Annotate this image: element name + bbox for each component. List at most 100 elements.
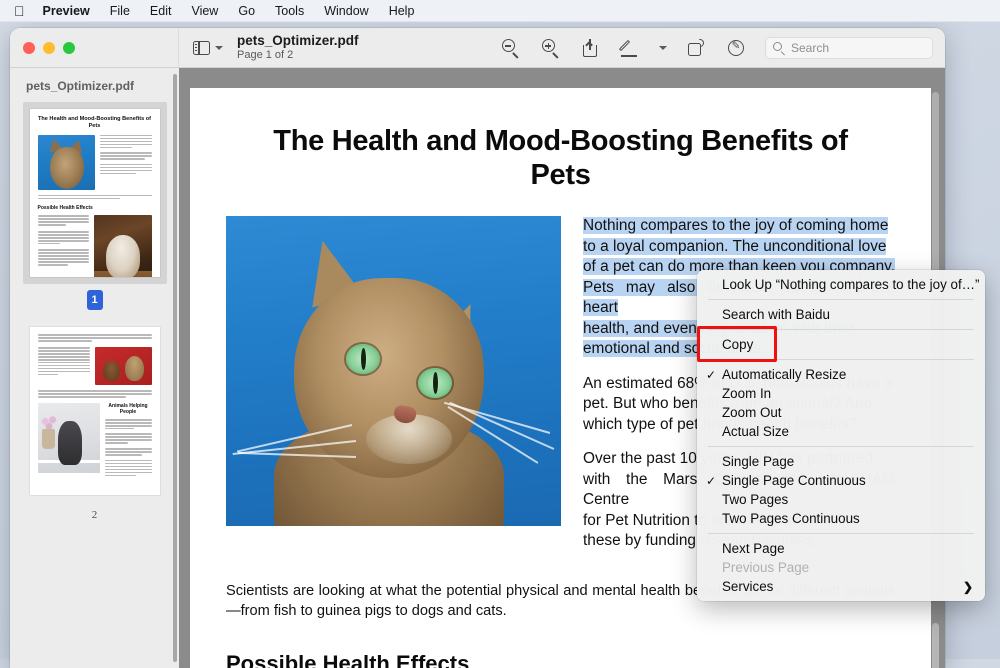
search-placeholder: Search: [791, 41, 830, 55]
context-menu-item-label: Services: [722, 579, 774, 594]
close-button[interactable]: [23, 42, 35, 54]
markup-button[interactable]: [618, 37, 641, 59]
menu-item-go[interactable]: Go: [238, 4, 255, 18]
thumbnail-heading: Animals Helping People: [108, 402, 148, 415]
sidebar-icon: [193, 41, 210, 55]
sidebar-toggle-button[interactable]: [193, 41, 223, 55]
thumbnail-page-number: 2: [91, 509, 98, 521]
apple-menu-icon[interactable]: : [14, 4, 25, 18]
menu-item-help[interactable]: Help: [389, 4, 415, 18]
minus-glyph: [505, 45, 512, 47]
zoom-out-button[interactable]: [499, 37, 521, 59]
context-menu-item-zoom-in[interactable]: Zoom In: [697, 384, 985, 403]
thumbnail-bottom-row: [37, 215, 152, 277]
context-menu-item-previous-page: Previous Page: [697, 558, 985, 577]
zoom-in-button[interactable]: [539, 37, 561, 59]
thumbnail-dog-image: [93, 215, 152, 277]
thumbnail-page-preview: Animals Helping People: [29, 327, 160, 495]
context-menu-separator: [708, 299, 974, 300]
document-title: pets_Optimizer.pdf: [237, 32, 359, 48]
context-menu-item-label: Search with Baidu: [722, 307, 830, 322]
context-menu-item-label: Zoom In: [722, 386, 772, 401]
markup-chevron-down-icon[interactable]: [659, 46, 667, 50]
context-menu-item-label: Copy: [722, 337, 754, 352]
markup-pen-icon: [618, 39, 631, 52]
context-menu-item-services[interactable]: Services ❯: [697, 577, 985, 596]
menu-item-view[interactable]: View: [191, 4, 218, 18]
context-menu-item-label: Two Pages Continuous: [722, 511, 860, 526]
context-menu-item-label: Previous Page: [722, 560, 810, 575]
context-menu-item-label: Automatically Resize: [722, 367, 847, 382]
sidebar-scrollbar[interactable]: [173, 74, 177, 662]
selected-line-2: to a loyal companion. The unconditional …: [583, 237, 887, 255]
menu-item-preview[interactable]: Preview: [43, 4, 90, 18]
thumbnail-card[interactable]: The Health and Mood-Boosting Benefits of…: [22, 102, 167, 284]
context-menu-item-two-pages[interactable]: Two Pages: [697, 490, 985, 509]
chevron-down-icon: [215, 46, 223, 50]
context-menu-item-single-page[interactable]: Single Page: [697, 452, 985, 471]
sidebar-filename: pets_Optimizer.pdf: [26, 79, 135, 93]
minimize-button[interactable]: [43, 42, 55, 54]
context-menu-item-label: Two Pages: [722, 492, 789, 507]
thumbnail-item-page-2[interactable]: Animals Helping People 2: [10, 320, 179, 521]
menu-item-file[interactable]: File: [110, 4, 130, 18]
context-menu-item-automatically-resize[interactable]: ✓ Automatically Resize: [697, 365, 985, 384]
thumbnail-card[interactable]: Animals Helping People: [23, 320, 167, 502]
thumbnail-text-lines: [99, 134, 152, 190]
context-menu[interactable]: Look Up “Nothing compares to the joy of……: [697, 270, 985, 601]
thumbnail-page-preview: The Health and Mood-Boosting Benefits of…: [29, 109, 160, 277]
thumbnail-page-number-badge: 1: [86, 290, 103, 310]
window-toolbar: pets_Optimizer.pdf Page 1 of 2 ✎ Search: [10, 28, 945, 68]
context-menu-separator: [708, 359, 974, 360]
context-menu-item-label: Next Page: [722, 541, 785, 556]
rotate-button[interactable]: [685, 36, 707, 59]
thumbnail-row: [37, 134, 152, 190]
context-menu-item-two-pages-continuous[interactable]: Two Pages Continuous: [697, 509, 985, 528]
thumbnail-heading: Possible Health Effects: [37, 205, 93, 212]
context-menu-item-copy[interactable]: Copy: [697, 335, 985, 354]
context-menu-separator: [708, 446, 974, 447]
maximize-button[interactable]: [63, 42, 75, 54]
thumbnail-item-page-1[interactable]: The Health and Mood-Boosting Benefits of…: [10, 102, 179, 310]
thumbnail-cat-image: [37, 134, 95, 190]
content-scrollbar-lower[interactable]: [932, 623, 939, 668]
share-button[interactable]: [579, 37, 601, 59]
toolbar-actions: ✎ Search: [499, 36, 945, 59]
context-menu-item-label: Single Page Continuous: [722, 473, 866, 488]
chevron-right-icon: ❯: [962, 579, 973, 594]
share-arrow-tip: [586, 41, 594, 49]
macos-menu-bar:  Preview File Edit View Go Tools Window…: [0, 0, 1000, 22]
annotate-button[interactable]: ✎: [725, 37, 747, 59]
thumbnail-sidebar[interactable]: pets_Optimizer.pdf The Health and Mood-B…: [10, 68, 179, 668]
thumbnail-row: [37, 346, 152, 385]
search-field[interactable]: Search: [765, 37, 933, 59]
context-menu-item-actual-size[interactable]: Actual Size: [697, 422, 985, 441]
search-icon: [773, 42, 785, 55]
context-menu-item-label: Actual Size: [722, 424, 789, 439]
context-menu-item-next-page[interactable]: Next Page: [697, 539, 985, 558]
context-menu-item-label: Single Page: [722, 454, 795, 469]
context-menu-item-zoom-out[interactable]: Zoom Out: [697, 403, 985, 422]
menu-item-tools[interactable]: Tools: [275, 4, 304, 18]
context-menu-item-single-page-continuous[interactable]: ✓ Single Page Continuous: [697, 471, 985, 490]
context-menu-item-look-up-nothing-compares-to-the-joy-of[interactable]: Look Up “Nothing compares to the joy of……: [697, 275, 985, 294]
thumbnail-paragraph: [37, 334, 152, 342]
page-indicator: Page 1 of 2: [237, 49, 294, 62]
magnifier-handle: [512, 52, 519, 59]
plus-glyph-v: [547, 42, 550, 49]
thumbnail-title: The Health and Mood-Boosting Benefits of…: [37, 116, 152, 129]
menu-item-window[interactable]: Window: [324, 4, 368, 18]
selected-line-1: Nothing compares to the joy of coming ho…: [583, 217, 889, 235]
context-menu-item-search-with-baidu[interactable]: Search with Baidu: [697, 305, 985, 324]
context-menu-item-label: Zoom Out: [722, 405, 782, 420]
menu-item-edit[interactable]: Edit: [150, 4, 172, 18]
context-menu-item-label: Look Up “Nothing compares to the joy of……: [722, 277, 980, 292]
thumbnail-row-2: Animals Helping People: [37, 402, 152, 477]
thumbnail-gray-cat-image: [37, 402, 100, 473]
page-title: The Health and Mood-Boosting Benefits of…: [273, 125, 848, 192]
checkmark-icon: ✓: [706, 473, 717, 488]
magnifier-handle: [552, 52, 559, 59]
hero-cat-image: [226, 216, 561, 527]
thumbnail-quote: [37, 389, 152, 398]
context-menu-separator: [708, 329, 974, 330]
